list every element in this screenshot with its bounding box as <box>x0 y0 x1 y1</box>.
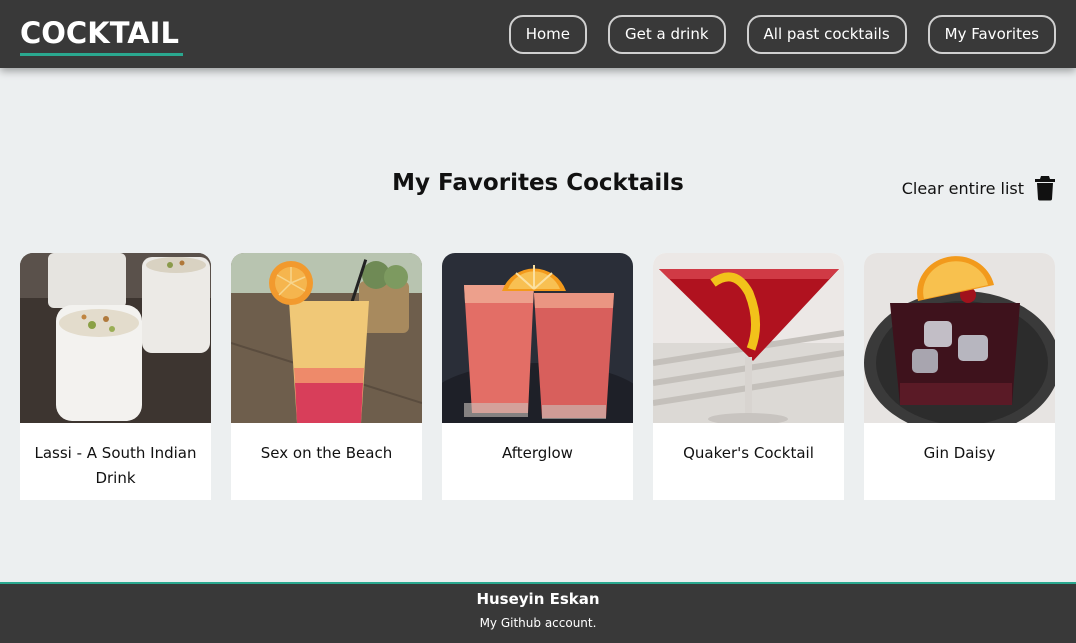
cocktail-image[interactable] <box>231 253 422 423</box>
nav-home-button[interactable]: Home <box>508 15 588 54</box>
nav-past-cocktails-button[interactable]: All past cocktails <box>746 15 907 54</box>
navbar: COCKTAIL Home Get a drink All past cockt… <box>0 0 1076 68</box>
cocktail-card-quakers[interactable]: Quaker's Cocktail <box>653 253 844 500</box>
cocktail-image[interactable] <box>653 253 844 423</box>
footer-author-name: Huseyin Eskan <box>476 590 600 608</box>
nav-favorites-button[interactable]: My Favorites <box>927 15 1056 54</box>
cocktail-name: Sex on the Beach <box>260 444 393 462</box>
cocktail-name: Quaker's Cocktail <box>683 444 814 462</box>
cocktail-name: Afterglow <box>502 444 573 462</box>
trash-icon[interactable] <box>1034 175 1056 201</box>
github-link[interactable]: My Github account. <box>480 615 597 631</box>
cocktail-name: Gin Daisy <box>923 444 996 462</box>
favorites-list: Lassi - A South Indian Drink Sex on the … <box>20 253 1055 500</box>
cocktail-card-lassi[interactable]: Lassi - A South Indian Drink <box>20 253 211 500</box>
footer: Huseyin Eskan My Github account. <box>0 582 1076 643</box>
clear-list-label: Clear entire list <box>901 178 1024 198</box>
nav-menu: Home Get a drink All past cocktails My F… <box>508 15 1056 54</box>
cocktail-image[interactable] <box>442 253 633 423</box>
cocktail-card-sex-on-the-beach[interactable]: Sex on the Beach <box>231 253 422 500</box>
cocktail-card-afterglow[interactable]: Afterglow <box>442 253 633 500</box>
clear-list-button[interactable]: Clear entire list <box>902 175 1056 201</box>
nav-get-drink-button[interactable]: Get a drink <box>608 15 726 54</box>
cocktail-image[interactable] <box>864 253 1055 423</box>
brand-logo[interactable]: COCKTAIL <box>20 14 183 56</box>
cocktail-name: Lassi - A South Indian Drink <box>34 444 197 487</box>
cocktail-card-gin-daisy[interactable]: Gin Daisy <box>864 253 1055 500</box>
cocktail-image[interactable] <box>20 253 211 423</box>
